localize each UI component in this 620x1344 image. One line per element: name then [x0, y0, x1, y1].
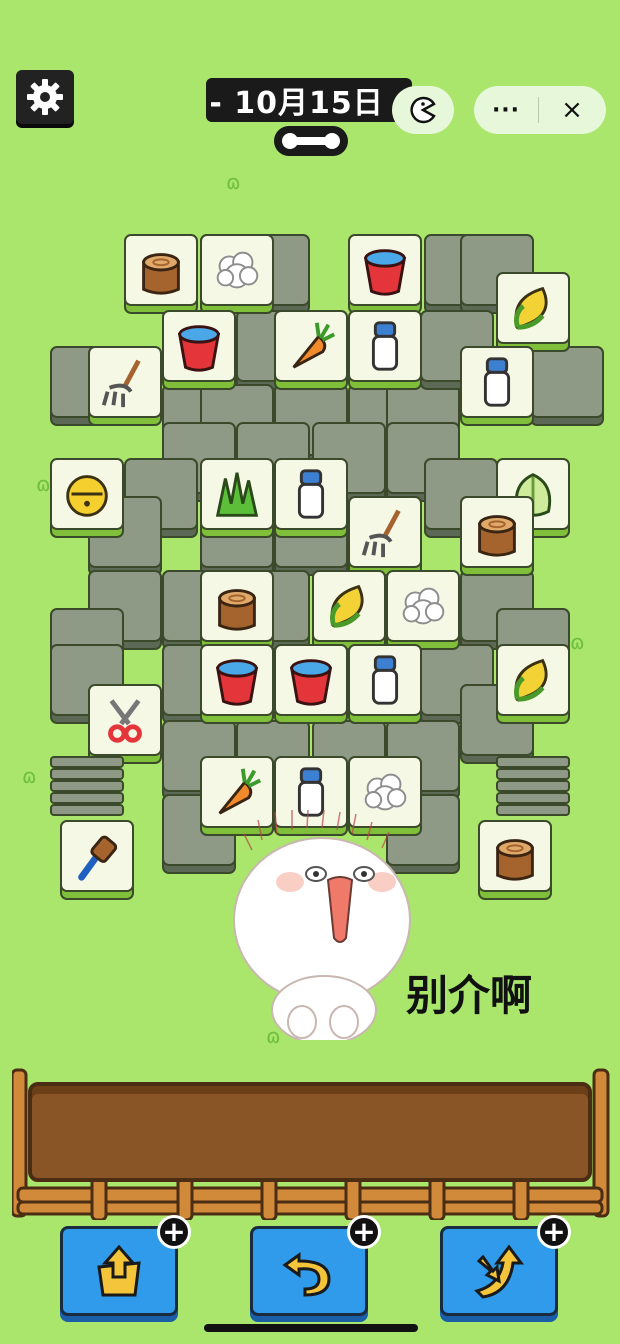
corn-icon — [514, 286, 548, 330]
bucket-icon — [363, 249, 407, 296]
tile-corn[interactable] — [312, 570, 386, 650]
rice-icon — [216, 251, 259, 289]
stump-icon — [218, 589, 256, 631]
move-out-icon — [97, 1244, 141, 1297]
milk-icon — [297, 469, 325, 519]
pitchfork-icon — [101, 359, 141, 408]
milk-icon — [371, 655, 399, 705]
shuffle-button[interactable]: + — [440, 1215, 571, 1316]
tile-milk[interactable] — [274, 458, 348, 538]
pitchfork-icon — [361, 509, 401, 558]
tile-bucket[interactable] — [274, 644, 348, 724]
carrot-icon — [292, 322, 336, 369]
rice-icon — [402, 587, 445, 625]
right-tile-stack — [496, 756, 570, 856]
undo-button[interactable]: + — [250, 1215, 381, 1316]
corn-icon — [330, 584, 364, 628]
remove-tiles-button[interactable]: + — [60, 1215, 191, 1316]
bell-icon — [66, 475, 108, 517]
home-indicator — [204, 1324, 418, 1332]
tile-milk[interactable] — [460, 346, 534, 426]
tile-corn[interactable] — [496, 644, 570, 724]
bucket-icon — [289, 659, 333, 706]
tile-bucket[interactable] — [162, 310, 236, 390]
tile-covered — [530, 346, 604, 426]
tile-shears[interactable] — [88, 684, 162, 764]
milk-icon — [483, 357, 511, 407]
add-powerup-icon[interactable]: + — [347, 1215, 381, 1249]
tile-carrot[interactable] — [274, 310, 348, 390]
shears-icon — [108, 699, 142, 743]
grass-icon — [215, 472, 259, 517]
stump-icon — [142, 253, 180, 295]
tile-rice[interactable] — [200, 234, 274, 314]
tile-milk[interactable] — [348, 310, 422, 390]
shuffle-icon — [474, 1244, 524, 1299]
tile-bucket[interactable] — [348, 234, 422, 314]
tile-stump[interactable] — [200, 570, 274, 650]
tile-slot-tray — [28, 1082, 592, 1182]
corn-icon — [514, 658, 548, 702]
tile-stump[interactable] — [124, 234, 198, 314]
tile-rice[interactable] — [386, 570, 460, 650]
bucket-icon — [215, 659, 259, 706]
tile-bell[interactable] — [50, 458, 124, 538]
tile-bucket[interactable] — [200, 644, 274, 724]
stump-icon — [478, 515, 516, 557]
bunny-sticker — [233, 810, 411, 1040]
sticker-caption: 别介啊 — [406, 971, 533, 1020]
tile-pitchfork[interactable] — [348, 496, 422, 576]
tile-stump[interactable] — [460, 496, 534, 576]
bucket-icon — [177, 325, 221, 372]
tile-pitchfork[interactable] — [88, 346, 162, 426]
tile-milk[interactable] — [348, 644, 422, 724]
tile-grass[interactable] — [200, 458, 274, 538]
tile-corn[interactable] — [496, 272, 570, 352]
left-tile-stack — [50, 756, 124, 856]
add-powerup-icon[interactable]: + — [537, 1215, 571, 1249]
milk-icon — [371, 321, 399, 371]
undo-icon — [282, 1252, 331, 1297]
add-powerup-icon[interactable]: + — [157, 1215, 191, 1249]
